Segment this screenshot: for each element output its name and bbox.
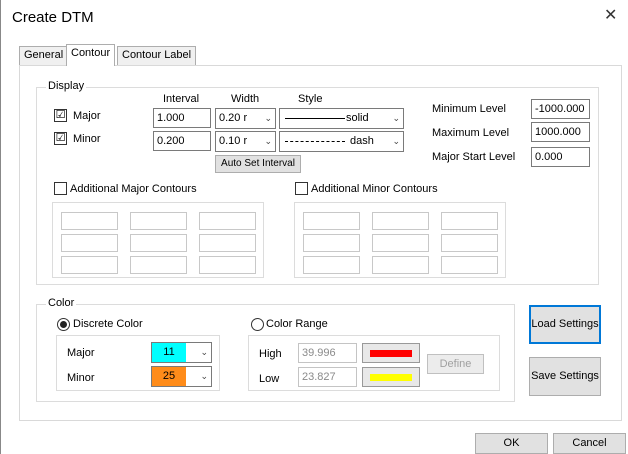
minimum-level-label: Minimum Level: [432, 103, 506, 115]
minor-width-select[interactable]: 0.10 r ⌄: [215, 131, 276, 152]
range-low-swatch: [370, 374, 412, 381]
chevron-down-icon: ⌄: [200, 371, 208, 381]
additional-major-cell[interactable]: [130, 234, 187, 252]
major-width-select[interactable]: 0.20 r ⌄: [215, 108, 276, 129]
save-settings-button[interactable]: Save Settings: [529, 357, 601, 396]
additional-minor-cell[interactable]: [441, 234, 498, 252]
discrete-major-color-select[interactable]: 11 ⌄: [151, 342, 212, 363]
major-interval-input[interactable]: 1.000: [153, 108, 211, 128]
additional-major-checkbox[interactable]: [54, 182, 67, 195]
maximum-level-input[interactable]: 1000.000: [531, 122, 590, 142]
auto-set-interval-button[interactable]: Auto Set Interval: [215, 155, 301, 173]
minimum-level-input[interactable]: -1000.000: [531, 99, 590, 119]
additional-minor-grid: [294, 202, 506, 278]
window-title: Create DTM: [12, 9, 94, 26]
minor-width-value: 0.10 r: [219, 135, 248, 147]
additional-major-label: Additional Major Contours: [70, 183, 197, 195]
additional-major-cell[interactable]: [61, 234, 118, 252]
style-header: Style: [298, 93, 323, 105]
additional-major-cell[interactable]: [199, 256, 256, 274]
dash-line-preview: [285, 141, 345, 142]
discrete-major-label: Major: [67, 347, 95, 359]
range-high-swatch: [370, 350, 412, 357]
additional-major-cell[interactable]: [199, 212, 256, 230]
additional-major-cell[interactable]: [130, 256, 187, 274]
maximum-level-label: Maximum Level: [432, 127, 510, 139]
range-low-label: Low: [259, 373, 280, 385]
range-low-color-button[interactable]: [362, 367, 420, 387]
color-range-radio[interactable]: [251, 318, 264, 331]
color-range-label: Color Range: [266, 318, 328, 330]
major-start-level-input[interactable]: 0.000: [531, 147, 590, 167]
major-start-level-label: Major Start Level: [432, 151, 516, 163]
range-high-label: High: [259, 348, 282, 360]
minor-label: Minor: [73, 133, 101, 145]
minor-style-select[interactable]: dash ⌄: [279, 131, 404, 152]
tab-contour[interactable]: Contour: [66, 44, 116, 66]
chevron-down-icon: ⌄: [200, 347, 208, 357]
display-group-label: Display: [46, 80, 87, 92]
additional-minor-cell[interactable]: [372, 256, 429, 274]
additional-major-cell[interactable]: [61, 212, 118, 230]
minor-interval-input[interactable]: 0.200: [153, 131, 211, 151]
major-width-value: 0.20 r: [219, 112, 248, 124]
chevron-down-icon: ⌄: [392, 136, 400, 146]
major-style-select[interactable]: solid ⌄: [279, 108, 404, 129]
discrete-minor-color-select[interactable]: 25 ⌄: [151, 366, 212, 387]
discrete-color-label: Discrete Color: [73, 318, 143, 330]
minor-style-value: dash: [350, 135, 374, 147]
additional-minor-checkbox[interactable]: [295, 182, 308, 195]
solid-line-preview: [285, 118, 345, 119]
additional-major-cell[interactable]: [61, 256, 118, 274]
discrete-major-swatch: 11: [152, 343, 186, 362]
width-header: Width: [231, 93, 260, 105]
cancel-button[interactable]: Cancel: [553, 433, 626, 454]
major-checkbox[interactable]: ☑: [54, 109, 67, 122]
additional-major-grid: [52, 202, 264, 278]
interval-header: Interval: [163, 93, 200, 105]
major-style-value: solid: [346, 112, 369, 124]
range-low-input[interactable]: 23.827: [298, 367, 357, 387]
discrete-minor-label: Minor: [67, 372, 95, 384]
additional-minor-cell[interactable]: [441, 212, 498, 230]
major-label: Major: [73, 110, 101, 122]
additional-minor-cell[interactable]: [441, 256, 498, 274]
close-icon[interactable]: ✕: [604, 5, 617, 25]
discrete-color-radio[interactable]: [57, 318, 70, 331]
additional-minor-label: Additional Minor Contours: [311, 183, 438, 195]
additional-minor-cell[interactable]: [372, 212, 429, 230]
chevron-down-icon: ⌄: [264, 113, 272, 123]
tab-general[interactable]: General: [19, 46, 69, 65]
chevron-down-icon: ⌄: [264, 136, 272, 146]
range-high-input[interactable]: 39.996: [298, 343, 357, 363]
minor-checkbox[interactable]: ☑: [54, 132, 67, 145]
chevron-down-icon: ⌄: [392, 113, 400, 123]
additional-minor-cell[interactable]: [303, 212, 360, 230]
additional-minor-cell[interactable]: [303, 234, 360, 252]
discrete-minor-swatch: 25: [152, 367, 186, 386]
ok-button[interactable]: OK: [475, 433, 548, 454]
range-high-color-button[interactable]: [362, 343, 420, 363]
tab-contour-label[interactable]: Contour Label: [117, 46, 197, 65]
additional-major-cell[interactable]: [130, 212, 187, 230]
additional-major-cell[interactable]: [199, 234, 256, 252]
define-button[interactable]: Define: [427, 354, 484, 374]
additional-minor-cell[interactable]: [303, 256, 360, 274]
additional-minor-cell[interactable]: [372, 234, 429, 252]
load-settings-button[interactable]: Load Settings: [529, 305, 601, 344]
color-group-label: Color: [46, 297, 77, 309]
